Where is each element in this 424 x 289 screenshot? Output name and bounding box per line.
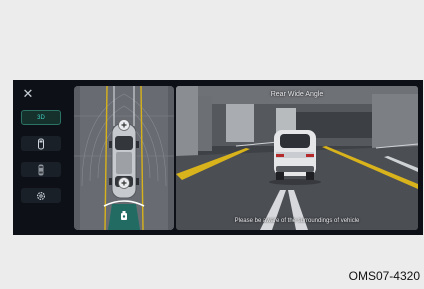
rear-view-camera-icon[interactable] [119, 210, 129, 221]
figure-code-label: OMS07-4320 [348, 269, 420, 283]
safety-warning-text: Please be aware of the surroundings of v… [234, 218, 360, 224]
camera-view-title: Rear Wide Angle [270, 91, 324, 98]
surround-view-image [74, 86, 174, 230]
zoom-in-icon[interactable] [117, 176, 131, 190]
top-view-button[interactable] [21, 162, 61, 177]
view-3d-label: 3D [37, 114, 45, 121]
zoom-in-icon[interactable] [117, 118, 131, 132]
close-icon[interactable]: ✕ [21, 88, 35, 102]
surround-view-panel[interactable] [74, 86, 174, 230]
settings-gear-icon [36, 191, 46, 200]
view-control-rail: ✕ 3D [13, 80, 73, 235]
car-top-view-icon [38, 164, 44, 175]
rear-camera-view: Rear Wide Angle Please be aware of the s… [176, 86, 418, 230]
view-3d-button[interactable]: 3D [21, 110, 61, 125]
settings-button[interactable] [21, 188, 61, 203]
rear-camera-image [176, 86, 418, 230]
display-screen: ✕ 3D Rear Wide Angle Please be aware of … [13, 80, 423, 235]
car-front-view-icon [38, 138, 44, 149]
front-view-button[interactable] [21, 136, 61, 151]
